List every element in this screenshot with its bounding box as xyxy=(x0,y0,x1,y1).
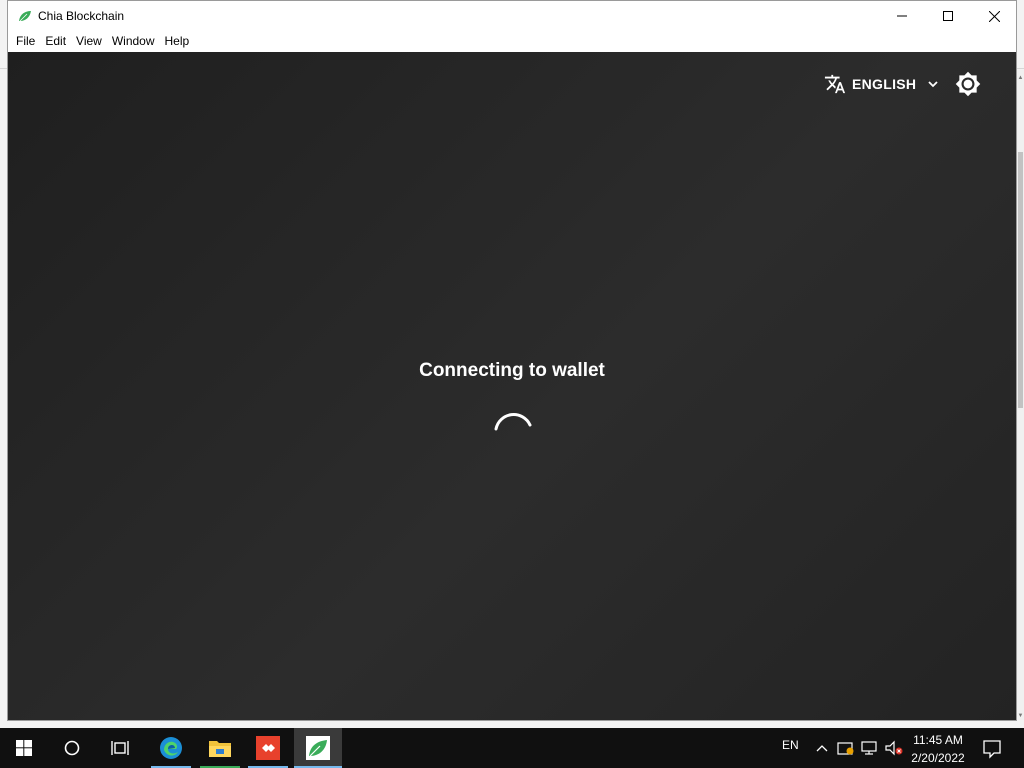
clock-date: 2/20/2022 xyxy=(911,751,965,765)
chia-app-icon xyxy=(306,736,330,760)
chia-leaf-icon xyxy=(19,11,31,22)
security-tray-icon[interactable] xyxy=(836,738,856,758)
cortana-circle-icon xyxy=(64,740,80,756)
taskbar-anydesk[interactable] xyxy=(246,728,290,768)
anydesk-icon xyxy=(256,736,280,760)
window-title: Chia Blockchain xyxy=(38,9,125,23)
tray-overflow-chevron-up-icon[interactable] xyxy=(812,738,832,758)
minimize-button[interactable] xyxy=(879,1,925,31)
minimize-icon xyxy=(897,15,907,17)
edge-browser-icon xyxy=(160,737,182,759)
status-message: Connecting to wallet xyxy=(419,360,605,381)
menu-edit[interactable]: Edit xyxy=(40,31,71,51)
task-view-icon xyxy=(111,741,129,755)
translate-icon xyxy=(824,74,846,94)
maximize-button[interactable] xyxy=(925,1,971,31)
background-scrollbar[interactable] xyxy=(1017,70,1024,720)
loading-spinner-icon xyxy=(494,413,532,431)
taskbar-file-explorer[interactable] xyxy=(198,728,242,768)
main-content: ENGLISH Connecting to wallet xyxy=(8,52,1016,720)
menu-window[interactable]: Window xyxy=(107,31,160,51)
close-icon xyxy=(988,10,1000,22)
language-label: ENGLISH xyxy=(852,76,917,92)
brightness-icon[interactable] xyxy=(955,71,981,97)
taskbar: EN 11:45 AM 2/20/2022 xyxy=(0,728,1024,768)
background-scrollbar-thumb[interactable] xyxy=(1018,152,1023,408)
scroll-up-arrow-icon[interactable]: ▲ xyxy=(1017,74,1024,82)
start-button[interactable] xyxy=(0,728,48,768)
folder-icon xyxy=(209,741,231,757)
clock-time: 11:45 AM xyxy=(913,733,963,747)
chevron-down-icon xyxy=(928,81,938,88)
app-window: Chia Blockchain File Edit View Window He… xyxy=(7,0,1017,721)
task-view-button[interactable] xyxy=(96,728,144,768)
menu-file[interactable]: File xyxy=(11,31,40,51)
title-bar[interactable]: Chia Blockchain xyxy=(8,1,1016,31)
close-button[interactable] xyxy=(971,1,1017,31)
windows-logo-icon xyxy=(16,740,32,756)
scroll-down-arrow-icon[interactable]: ▼ xyxy=(1017,712,1024,720)
input-language[interactable]: EN xyxy=(782,738,799,752)
notification-icon[interactable] xyxy=(980,736,1004,760)
system-clock[interactable]: 11:45 AM 2/20/2022 xyxy=(904,731,972,767)
taskbar-edge[interactable] xyxy=(148,728,194,768)
maximize-icon xyxy=(943,11,953,21)
menu-help[interactable]: Help xyxy=(160,31,195,51)
network-icon[interactable] xyxy=(860,738,880,758)
menu-view[interactable]: View xyxy=(71,31,107,51)
language-selector[interactable]: ENGLISH xyxy=(824,72,940,96)
taskbar-chia[interactable] xyxy=(294,728,342,768)
search-button[interactable] xyxy=(48,728,96,768)
volume-muted-icon[interactable] xyxy=(884,738,904,758)
menu-bar: File Edit View Window Help xyxy=(8,31,1016,51)
